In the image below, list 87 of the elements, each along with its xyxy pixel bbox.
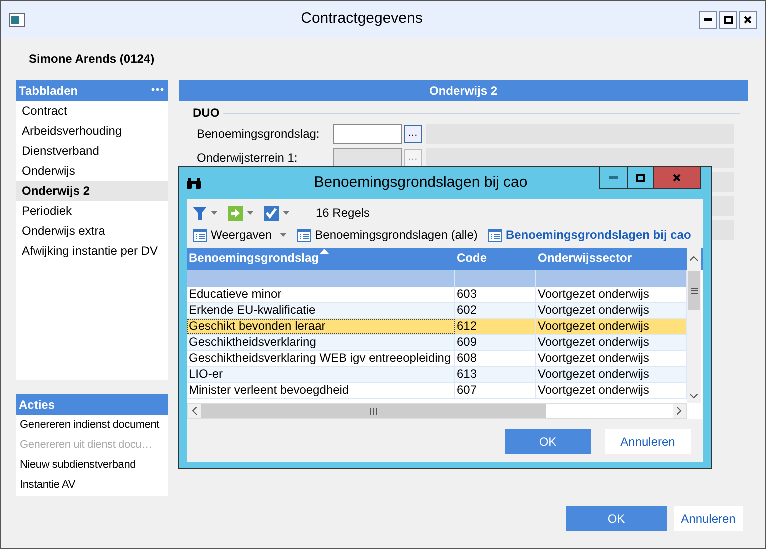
app-icon: [9, 12, 25, 26]
table-cell: Educatieve minor: [187, 287, 455, 302]
caret-icon: [283, 211, 290, 215]
table-cell: 608: [455, 351, 536, 366]
table-row[interactable]: Educatieve minor 603 Voortgezet onderwijs: [187, 287, 687, 303]
table-cell: Geschiktheidsverklaring: [187, 335, 455, 350]
column-label: Onderwijssector: [538, 250, 632, 267]
close-button[interactable]: [739, 10, 757, 28]
browse-button[interactable]: …: [404, 125, 422, 143]
sort-ascending-icon: [320, 249, 330, 254]
table-cell: Minister verleent bevoegdheid: [187, 383, 455, 398]
table-row[interactable]: LIO-er 613 Voortgezet onderwijs: [187, 367, 687, 383]
minimize-button[interactable]: [699, 10, 717, 28]
tab-item[interactable]: Contract: [16, 101, 168, 121]
filter-icon[interactable]: [193, 206, 207, 220]
caret-icon: [247, 211, 254, 215]
grip-icon: [370, 408, 377, 414]
tab-item[interactable]: Onderwijs extra: [16, 221, 168, 241]
column-label: Benoemingsgrondslag: [189, 250, 320, 267]
minimize-icon: [704, 18, 712, 21]
employee-name: Simone Arends (0124): [29, 52, 155, 66]
view-button[interactable]: Benoemingsgrondslagen (alle): [297, 226, 478, 244]
tab-item[interactable]: Periodiek: [16, 201, 168, 221]
list-icon: [193, 228, 207, 242]
panel-title: Acties: [19, 396, 56, 414]
ok-button[interactable]: OK: [566, 506, 667, 531]
table-cell: Geschikt bevonden leraar: [187, 319, 455, 334]
table-cell: 609: [455, 335, 536, 350]
field-label: Onderwijsterrein 1:: [197, 150, 299, 167]
ok-button[interactable]: OK: [505, 429, 591, 454]
dialog-title: Benoemingsgrondslagen bij cao: [314, 172, 528, 193]
input-field[interactable]: [333, 124, 402, 144]
caret-icon: [211, 211, 218, 215]
row-count: 16 Regels: [316, 205, 370, 222]
maximize-icon: [636, 174, 645, 182]
close-icon: [673, 174, 681, 182]
horizontal-scrollbar[interactable]: [187, 403, 687, 419]
column-header[interactable]: Code: [455, 248, 536, 270]
table-row[interactable]: Geschiktheidsverklaring WEB igv entreeopleiding 608 Voortgezet onderwijs: [187, 351, 687, 367]
checkmark-icon[interactable]: [264, 206, 279, 220]
tab-item[interactable]: Dienstverband: [16, 141, 168, 161]
view-button[interactable]: Benoemingsgrondslagen bij cao: [488, 226, 692, 244]
close-icon: [744, 16, 752, 24]
vertical-scrollbar[interactable]: [687, 270, 701, 403]
tab-item[interactable]: Onderwijs 2: [16, 181, 168, 201]
table-cell: 613: [455, 367, 536, 382]
tab-item[interactable]: Onderwijs: [16, 161, 168, 181]
list-icon: [488, 228, 502, 242]
maximize-button[interactable]: [719, 10, 737, 28]
table-cell: Erkende EU-kwalificatie: [187, 303, 455, 318]
scroll-left-icon[interactable]: [192, 407, 197, 415]
table-cell: LIO-er: [187, 367, 455, 382]
grip-icon: [690, 288, 698, 294]
action-item[interactable]: Genereren indienst document: [16, 415, 168, 435]
scroll-right-icon[interactable]: [677, 407, 682, 415]
content-title: Onderwijs 2: [429, 82, 498, 100]
binoculars-icon: [187, 178, 201, 188]
table-cell: 603: [455, 287, 536, 302]
table-cell: 602: [455, 303, 536, 318]
table-cell: 612: [455, 319, 536, 334]
caret-icon: [280, 233, 288, 237]
group-title: DUO: [193, 105, 221, 122]
table-row[interactable]: Erkende EU-kwalificatie 602 Voortgezet onderwijs: [187, 303, 687, 319]
cancel-button[interactable]: Annuleren: [674, 506, 743, 531]
table-row[interactable]: Minister verleent bevoegdheid 607 Voortgezet onderwijs: [187, 383, 687, 399]
field-label: Benoemingsgrondslag:: [197, 126, 321, 143]
views-menu[interactable]: Weergaven: [193, 226, 288, 244]
scroll-down-icon[interactable]: [690, 394, 698, 399]
maximize-icon: [724, 16, 732, 24]
action-item[interactable]: Instantie AV: [16, 475, 168, 495]
scroll-up-icon[interactable]: [690, 256, 698, 261]
panel-title: Tabbladen: [19, 82, 78, 100]
table-row[interactable]: Geschiktheidsverklaring 609 Voortgezet onderwijs: [187, 335, 687, 351]
tab-item[interactable]: Afwijking instantie per DV: [16, 241, 168, 261]
more-button[interactable]: •••: [151, 83, 165, 98]
column-header[interactable]: Onderwijssector: [536, 248, 687, 270]
list-icon: [297, 228, 312, 242]
column-header[interactable]: Benoemingsgrondslag: [187, 248, 455, 270]
action-item[interactable]: Nieuw subdienstverband: [16, 455, 168, 475]
cancel-button[interactable]: Annuleren: [605, 429, 691, 454]
window-title: Contractgegevens: [300, 9, 424, 30]
minimize-icon: [609, 176, 618, 179]
table-cell: 607: [455, 383, 536, 398]
table-cell: Geschiktheidsverklaring WEB igv entreeopleiding: [187, 351, 455, 366]
tab-item[interactable]: Arbeidsverhouding: [16, 121, 168, 141]
table-row[interactable]: Geschikt bevonden leraar 612 Voortgezet onderwijs: [187, 319, 687, 335]
column-label: Code: [457, 250, 487, 267]
